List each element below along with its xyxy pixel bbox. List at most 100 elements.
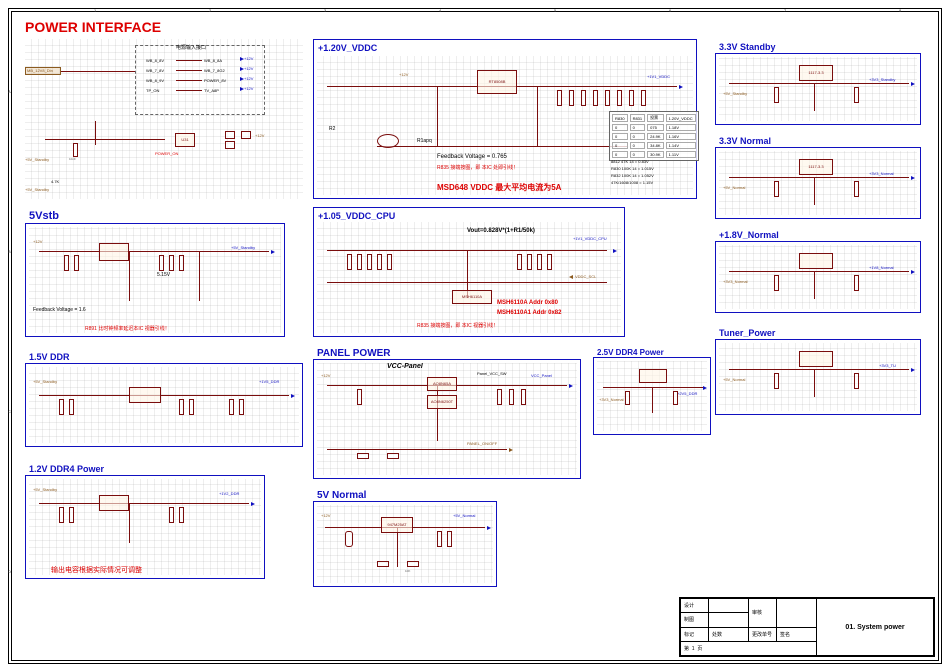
d12-c4	[179, 507, 184, 523]
pin-3a: WB_8_9V	[146, 78, 164, 83]
sheet-num: 1	[692, 646, 695, 652]
d25-c2	[673, 391, 678, 405]
ddr15-in: +5V_Standby	[33, 379, 57, 384]
standby-33-title: 3.3V Standby	[719, 42, 776, 52]
transistor-r2	[377, 134, 399, 148]
pin-3b: POWER_8V	[204, 78, 226, 83]
ddr12-out-arrow	[251, 502, 255, 506]
ddr15-block: 1.5V DDR +5V_Standby +1V5_DDR	[25, 349, 303, 449]
stb33-out: +3V3_Standby	[869, 77, 895, 82]
ddr15-reg	[129, 387, 161, 403]
row-tick-B: B	[8, 249, 11, 254]
ddr12-in: +5V_Standby	[33, 487, 57, 492]
tb-h4: 签名	[777, 627, 817, 641]
d25-c1	[625, 391, 630, 405]
sheet-label: 第	[684, 646, 689, 652]
ddr15-c5	[229, 399, 234, 415]
panel-power-title: PANEL POWER	[317, 348, 391, 359]
ddr25-out: +2V5_DDR	[677, 391, 697, 396]
d12-c3	[169, 507, 174, 523]
n5v-r2	[407, 561, 419, 567]
ao8n6250t: AO8N6250T	[427, 395, 457, 409]
stb33-in: +5V_Standby	[723, 91, 747, 96]
power-interface-block: 电源输入接口 WB_8_8V WB_8_8A WB_7_8V WB_7_8G2 …	[25, 39, 303, 199]
panel-power-box: VCC-Panel AO8N65A AO8N6250T +12V VCC_Pan…	[313, 359, 581, 479]
d12-c2	[69, 507, 74, 523]
5vstb-in: +12V	[33, 239, 42, 244]
n5v-r1	[377, 561, 389, 567]
pin-1a: WB_8_8V	[146, 58, 164, 63]
tb-h1: 标记	[681, 627, 709, 641]
n5v-c3	[447, 531, 452, 547]
panel-c3	[509, 389, 514, 405]
n5v-out-arrow	[487, 526, 491, 530]
cpu-c9	[547, 254, 552, 270]
col-tick-3: 3	[324, 8, 326, 13]
r2-label: R2	[329, 126, 335, 132]
fivestb-box: +12V +5V_Standby Feedback Voltage = 1.6 …	[25, 223, 285, 337]
mb-12v-in-label: MB_12V8_Din	[27, 68, 53, 73]
c7	[629, 90, 634, 106]
c5	[605, 90, 610, 106]
c878-lbl: 10nF	[69, 157, 76, 161]
ao8n65a: AO8N65A	[427, 377, 457, 391]
normal-18-box: +3V3_Normal +1V8_Normal	[715, 241, 921, 313]
vout2: Vout=0.828V*(1+R1/50k)	[467, 228, 535, 234]
n5v-c2	[437, 531, 442, 547]
ddr15-c1	[59, 399, 64, 415]
tb-r3: 审核	[749, 599, 777, 628]
tuner-box: +5V_Normal +3V3_TU	[715, 339, 921, 415]
tuner-out: +3V3_TU	[879, 363, 896, 368]
rc194	[225, 131, 235, 139]
tuner-title: Tuner_Power	[719, 328, 775, 338]
l810	[225, 141, 235, 149]
normal-33-box: 1117-3.3 +5V_Normal +3V3_Normal	[715, 147, 921, 219]
col-tick-7: 7	[784, 8, 786, 13]
bus-12v-3: +12V	[244, 76, 253, 81]
bus-12v-4: +12V	[244, 86, 253, 91]
stb33-out-arrow	[911, 82, 915, 86]
cpu-c7	[527, 254, 532, 270]
vddc-out-arrow	[679, 85, 683, 89]
stb33-c2	[854, 87, 859, 103]
ldo-33stb: 1117-3.3	[799, 65, 833, 81]
ddr4-12-block: 1.2V DDR4 Power +5V_Standby +1V2_DDR 输出电…	[25, 461, 265, 581]
panel-onoff: PANEL_ON/OFF	[467, 441, 497, 446]
tb-h3: 更改单号	[749, 627, 777, 641]
stb-b: +5V_Standby	[25, 187, 49, 192]
fivestb-title: 5Vstb	[29, 210, 59, 222]
5vstb-c3	[159, 255, 164, 271]
n5v-10k: 10K	[405, 569, 410, 573]
panel-in: +12V	[321, 373, 330, 378]
c3	[581, 90, 586, 106]
c8	[641, 90, 646, 106]
vddc-cpu-out-arrow	[613, 249, 617, 253]
cn-note-vddc: R835 接端按图，即 本IC 处即引线！	[437, 164, 518, 171]
col-tick-4: 4	[439, 8, 441, 13]
power-on-label: POWER_ON	[155, 151, 178, 156]
power-in-dashed-box: 电源输入接口 WB_8_8V WB_8_8A WB_7_8V WB_7_8G2 …	[135, 45, 265, 115]
vddc-120-title: +1.20V_VDDC	[318, 43, 377, 53]
col-tick-6: 6	[669, 8, 671, 13]
pin-2b: WB_7_8G2	[204, 68, 225, 73]
ddr12-out: +1V2_DDR	[219, 491, 239, 496]
vddc-config-table: R830R831投票1.20V_VDDC 000751.18V 0024.9K1…	[609, 111, 699, 161]
pin-4b: TV_A8P	[204, 88, 219, 93]
cpu-c5	[387, 254, 392, 270]
arrow-1	[240, 57, 244, 61]
n33-c2	[854, 181, 859, 197]
row-tick-D: D	[8, 569, 11, 574]
msh6110a-chip: MSH6110A	[452, 290, 492, 304]
arrow-3	[240, 77, 244, 81]
ldo-18	[799, 253, 833, 269]
n33-out: +3V3_Normal	[869, 171, 894, 176]
ldo-tuner	[799, 351, 833, 367]
cpu-cn: R835 接端按图，即 本IC 视器引线！	[417, 322, 498, 329]
947m25at: 947M25AT	[381, 517, 413, 533]
ddr4-12-title: 1.2V DDR4 Power	[29, 464, 104, 474]
ldo-33n: 1117-3.3	[799, 159, 833, 175]
n18-in: +3V3_Normal	[723, 279, 748, 284]
sheet-title: 01. System power	[817, 599, 934, 656]
n18-c2	[854, 275, 859, 291]
ddr4-25-box: +3V3_Normal +2V5_DDR	[593, 357, 711, 435]
